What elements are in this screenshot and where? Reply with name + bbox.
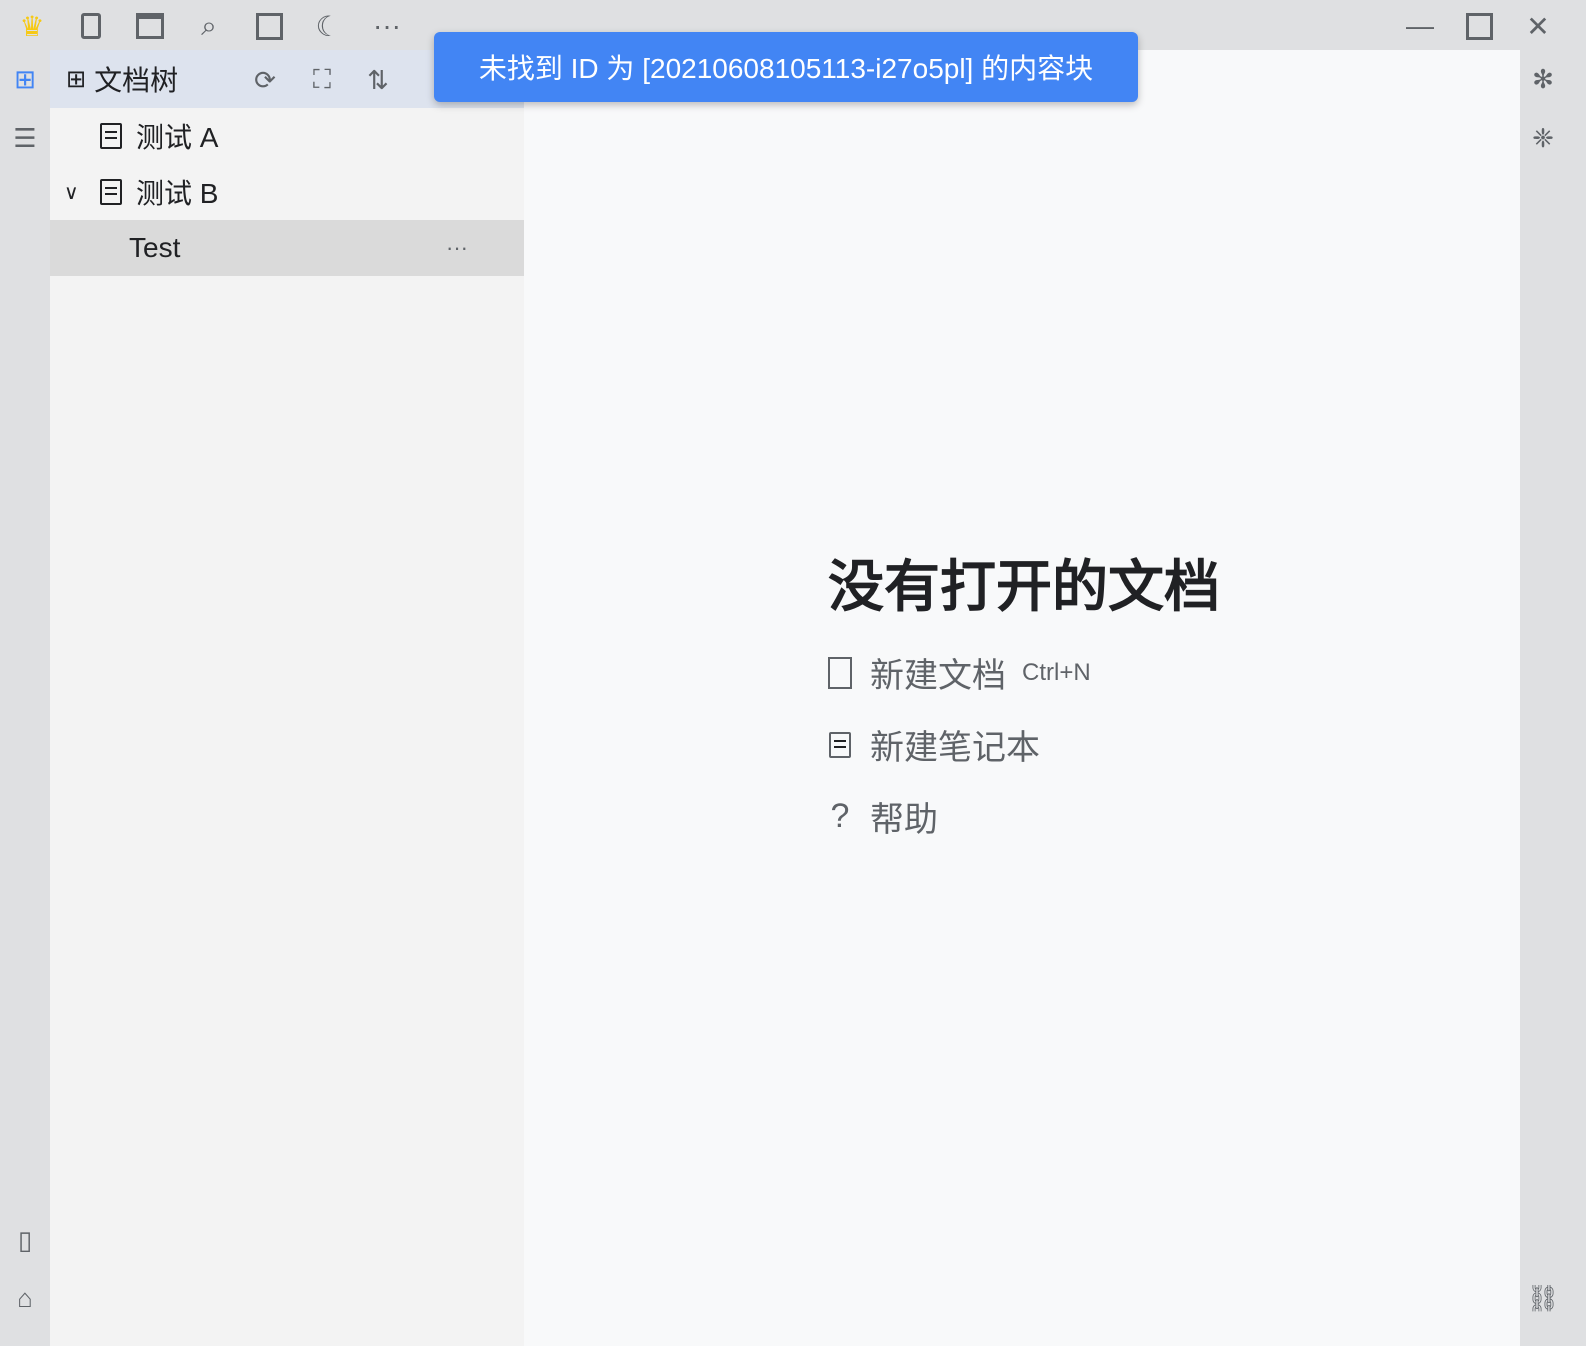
file-tree-icon: ⊞ [66, 65, 87, 93]
search-icon[interactable]: ⌕ [189, 6, 229, 46]
help-icon: ? [830, 797, 850, 835]
file-icon [820, 656, 860, 689]
notebook-icon [100, 179, 122, 205]
shortcut: Ctrl+N [1022, 658, 1091, 686]
tree-item-label: 测试 B [136, 178, 219, 209]
chevron-down-icon[interactable]: ∨ [64, 180, 100, 205]
action-label: 帮助 [870, 801, 938, 839]
tag-icon[interactable]: ⌂ [5, 1278, 45, 1318]
left-dock: ⊞ ☰ ▯ ⌂ [0, 50, 50, 1346]
close-button[interactable]: ✕ [1518, 6, 1558, 46]
right-dock: ✻ ❈ ⛓ [1520, 50, 1586, 1346]
action-label: 新建文档 [870, 657, 1006, 695]
bookmark-icon[interactable]: ▯ [5, 1220, 45, 1260]
action-label: 新建笔记本 [870, 729, 1040, 767]
calendar-icon[interactable] [130, 6, 170, 46]
backlink-icon[interactable]: ⛓ [1523, 1278, 1563, 1318]
sort-icon[interactable]: ⇅ [358, 60, 398, 100]
global-graph-icon[interactable]: ❈ [1523, 118, 1563, 158]
panel-title: 文档树 [94, 65, 179, 96]
file-tree-panel: ⊞ 文档树 ⟳ ⛶ ⇅ 测试 A ∨ 测试 B Test ··· [50, 50, 524, 1346]
tree-item[interactable]: Test ··· [50, 220, 524, 276]
graph-icon[interactable]: ✻ [1523, 59, 1563, 99]
more-icon[interactable]: ··· [367, 6, 407, 46]
error-toast: 未找到 ID 为 [20210608105113-i27o5pl] 的内容块 [434, 32, 1138, 102]
empty-title: 没有打开的文档 [828, 555, 1220, 618]
new-notebook-button[interactable]: 新建笔记本 [820, 720, 1040, 769]
tree-item[interactable]: ∨ 测试 B [50, 164, 524, 220]
expand-icon[interactable]: ⛶ [302, 60, 342, 100]
file-tree-icon[interactable]: ⊞ [5, 59, 45, 99]
refresh-icon[interactable]: ⟳ [245, 60, 285, 100]
new-doc-button[interactable]: 新建文档 Ctrl+N [820, 648, 1091, 697]
tree-item[interactable]: 测试 A [50, 108, 524, 164]
crown-icon[interactable]: ♛ [12, 6, 52, 46]
outline-icon[interactable]: ☰ [5, 118, 45, 158]
tree-item-label: 测试 A [136, 122, 219, 153]
more-icon[interactable]: ··· [446, 235, 468, 261]
minimize-button[interactable]: — [1400, 6, 1440, 46]
editor-area: 没有打开的文档 新建文档 Ctrl+N 新建笔记本 ? 帮助 [524, 50, 1520, 1346]
help-button[interactable]: ? 帮助 [820, 792, 938, 841]
notebook-icon [820, 731, 860, 758]
notebook-icon [100, 123, 122, 149]
tree-item-label: Test [129, 232, 181, 263]
square-icon[interactable] [249, 6, 289, 46]
moon-icon[interactable]: ☾ [308, 6, 348, 46]
maximize-button[interactable] [1459, 6, 1499, 46]
files-icon[interactable] [71, 6, 111, 46]
